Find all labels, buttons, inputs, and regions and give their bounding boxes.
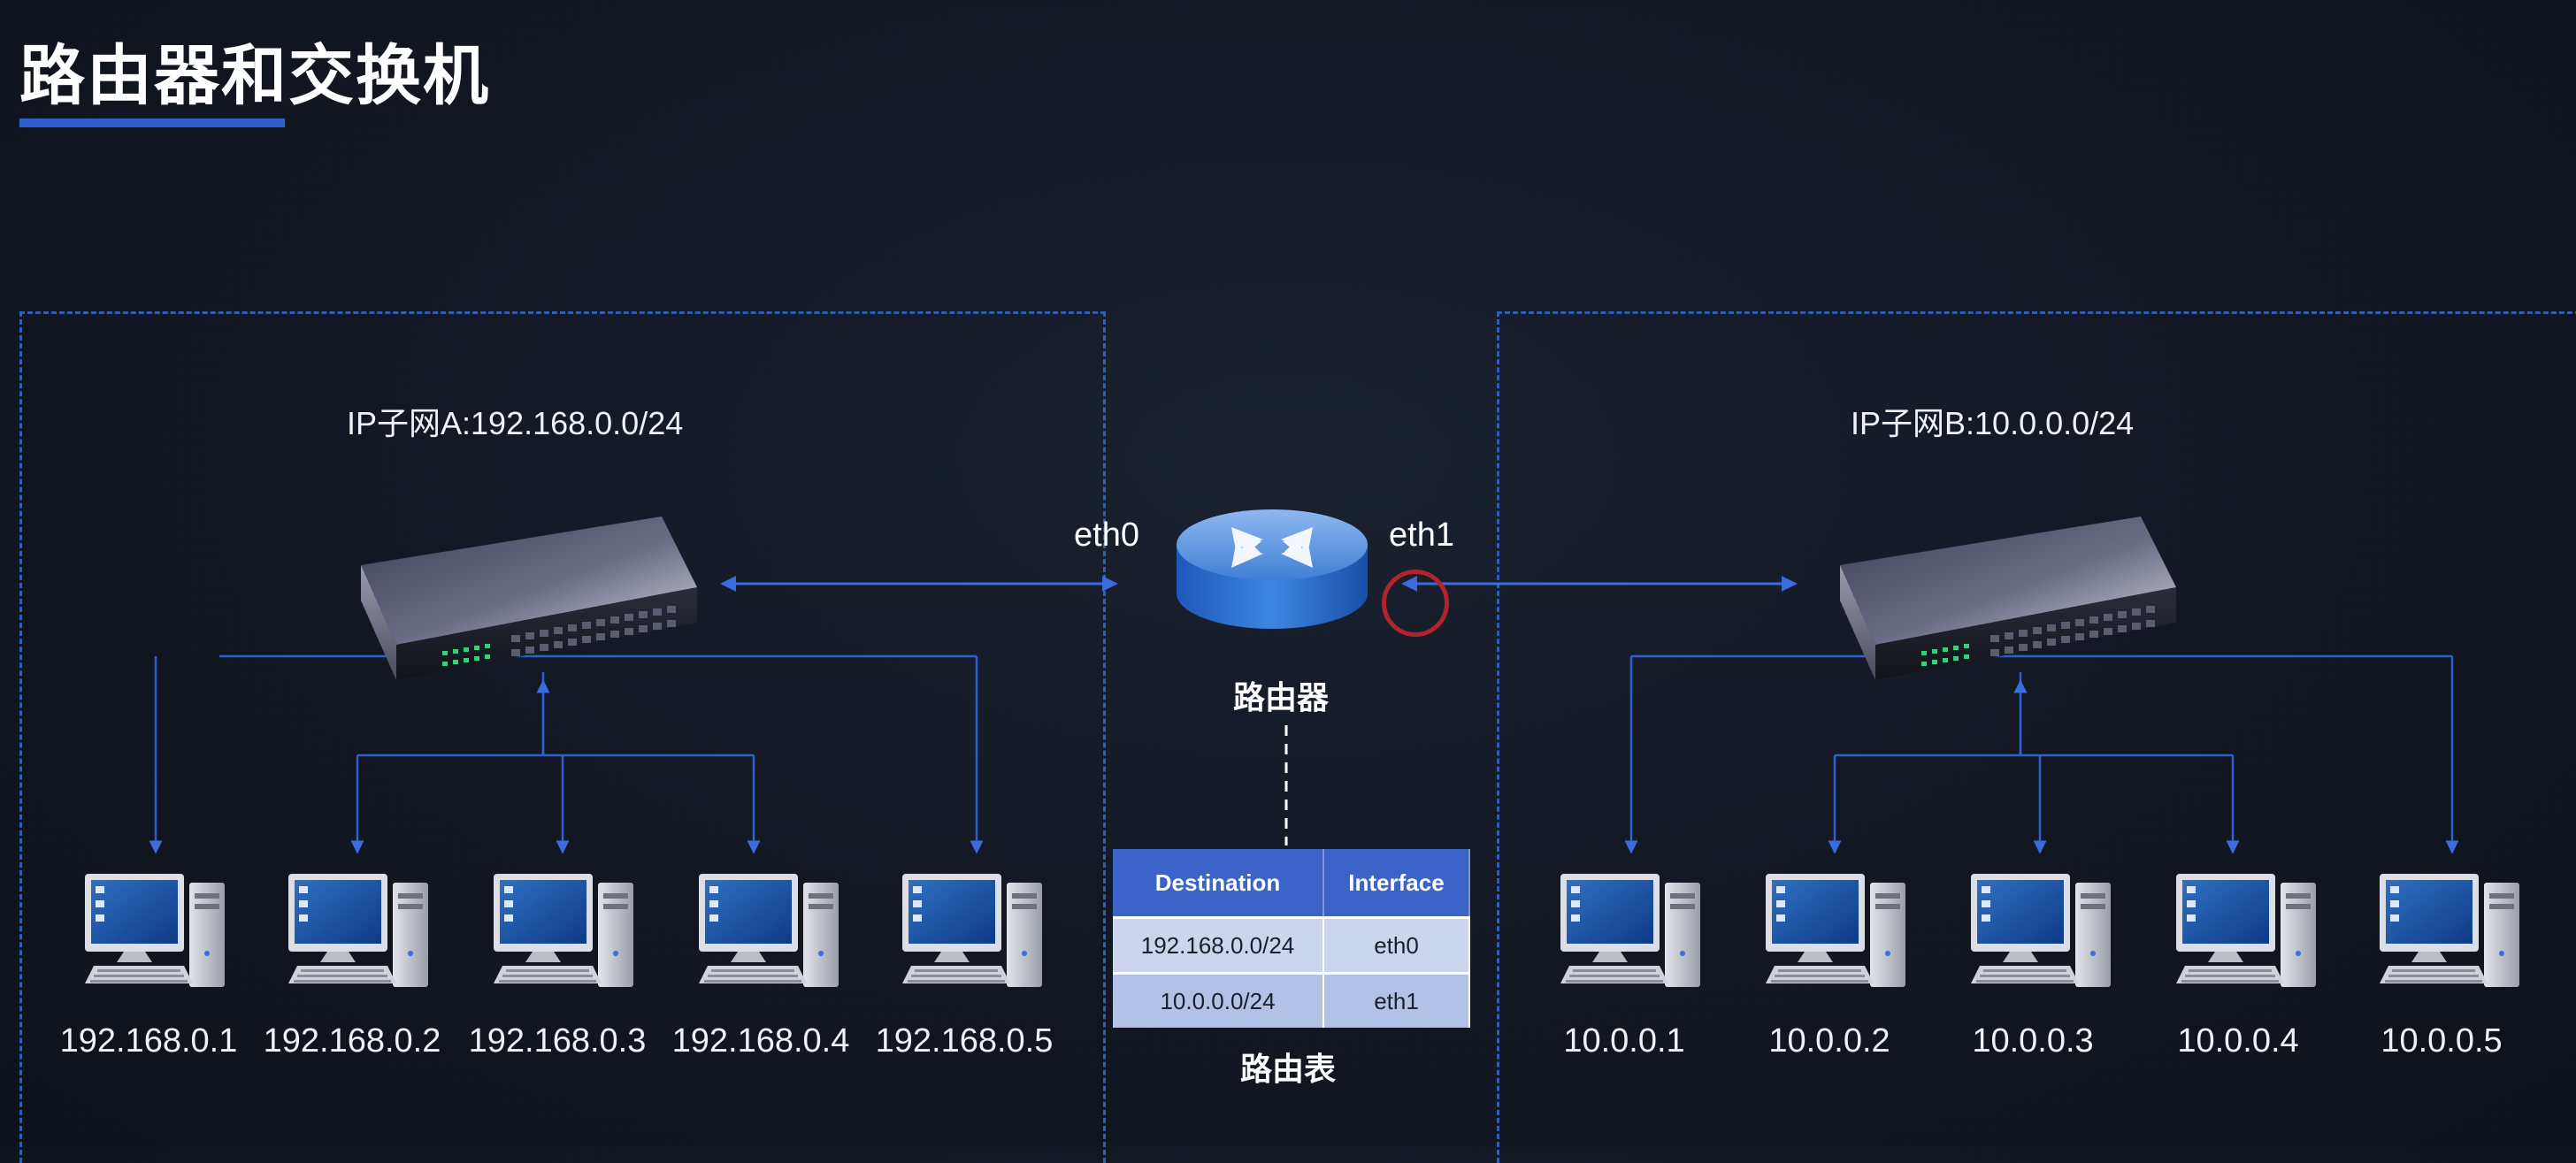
computer-icon-a2 — [288, 874, 428, 987]
computer-icon-b1 — [1560, 874, 1700, 987]
routing-table-cell: eth0 — [1323, 916, 1470, 974]
computer-icon-b5 — [2380, 874, 2519, 987]
router-port-eth1: eth1 — [1389, 516, 1454, 554]
host-ip-label-b1: 10.0.0.1 — [1563, 1022, 1685, 1060]
routing-table-row: 10.0.0.0/24 eth1 — [1113, 972, 1470, 1028]
host-ip-label-b3: 10.0.0.3 — [1972, 1022, 2094, 1060]
subnet-a-links — [149, 654, 984, 854]
computer-icon-b2 — [1766, 874, 1905, 987]
host-ip-label-a3: 192.168.0.3 — [468, 1022, 647, 1060]
host-ip-label-b4: 10.0.0.4 — [2177, 1022, 2299, 1060]
host-ip-label-a4: 192.168.0.4 — [671, 1022, 850, 1060]
routing-table-header-interface: Interface — [1323, 849, 1470, 918]
computer-icon-a1 — [85, 874, 225, 987]
router-label: 路由器 — [1233, 680, 1330, 716]
routing-table-cell: eth1 — [1323, 972, 1470, 1028]
eth1-highlight-circle — [1382, 570, 1449, 637]
router-icon — [1177, 509, 1368, 629]
routing-table-cell: 192.168.0.0/24 — [1113, 916, 1324, 974]
routing-table-row: 192.168.0.0/24 eth0 — [1113, 916, 1470, 974]
host-ip-label-b5: 10.0.0.5 — [2380, 1022, 2503, 1060]
host-ip-label-a5: 192.168.0.5 — [875, 1022, 1054, 1060]
routing-table-cell: 10.0.0.0/24 — [1113, 972, 1324, 1028]
routing-table-caption: 路由表 — [1240, 1052, 1337, 1088]
routing-table-header-destination: Destination — [1113, 849, 1324, 918]
routing-table: Destination Interface 192.168.0.0/24 eth… — [1113, 849, 1470, 1028]
host-ip-label-b2: 10.0.0.2 — [1768, 1022, 1890, 1060]
computer-icon-a3 — [494, 874, 633, 987]
computer-icon-b3 — [1971, 874, 2111, 987]
computer-icon-a4 — [699, 874, 839, 987]
subnet-b-links — [1624, 654, 2459, 854]
host-ip-label-a1: 192.168.0.1 — [59, 1022, 238, 1060]
computer-icon-b4 — [2176, 874, 2316, 987]
router-port-eth0: eth0 — [1074, 516, 1139, 554]
host-ip-label-a2: 192.168.0.2 — [263, 1022, 441, 1060]
computer-icon-a5 — [902, 874, 1042, 987]
